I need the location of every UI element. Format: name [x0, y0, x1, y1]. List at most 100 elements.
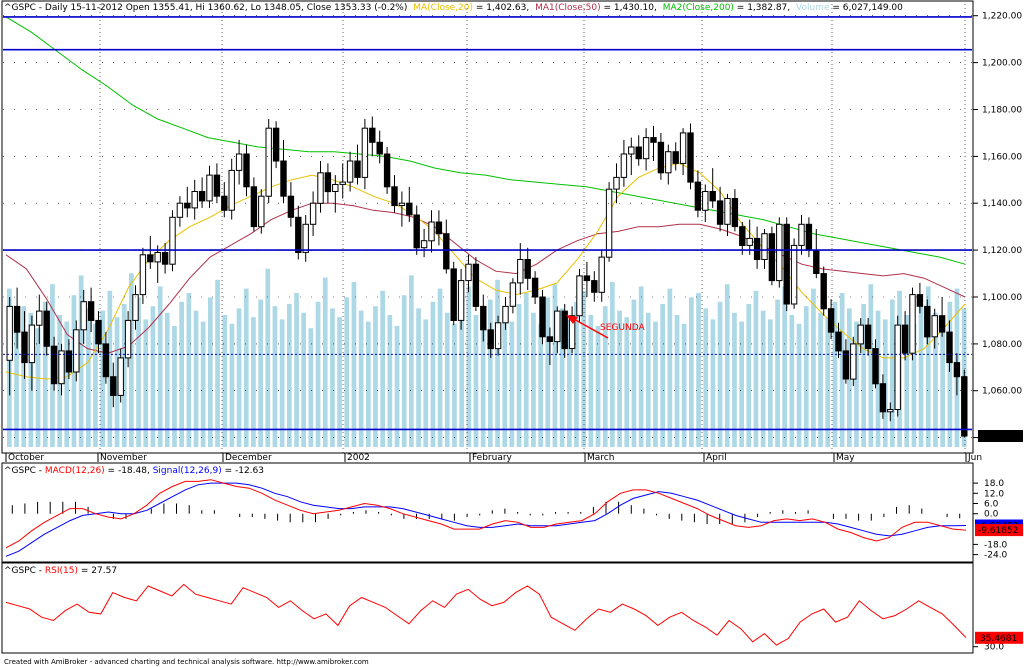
volume-bar [488, 299, 493, 447]
candle-down [716, 200, 724, 225]
volume-bar [631, 299, 637, 447]
volume-bar [322, 277, 328, 447]
candle-down [591, 280, 598, 293]
candle-up [309, 202, 317, 225]
candle-up [58, 350, 65, 385]
volume-bar [430, 301, 436, 447]
volume-bar [624, 317, 630, 447]
candle-down [376, 141, 383, 155]
candle-down [21, 331, 28, 364]
candle-up [191, 191, 198, 209]
volume-bar [416, 308, 421, 447]
candle-down [938, 315, 946, 333]
volume-bar [287, 304, 292, 447]
rsi-last-label: 35.4681 [980, 634, 1017, 644]
ma200-line [5, 16, 966, 265]
candle-up [132, 294, 139, 321]
candle-down [864, 324, 872, 350]
candle-up [857, 324, 864, 345]
candle-down [687, 132, 694, 183]
candle-down [672, 151, 679, 164]
volume-bar [452, 323, 457, 447]
candle-down [406, 202, 413, 216]
candle-down [110, 376, 117, 397]
candle-up [517, 259, 524, 284]
volume-bar [157, 286, 163, 447]
volume-bar [818, 312, 823, 447]
macd-value: = -18.48, [105, 466, 153, 476]
volume-bar [717, 301, 723, 447]
signal-label: Signal(12,26,9) [153, 466, 222, 476]
chart-canvas: 1,220.00 1,200.00 1,180.00 1,160.00 1,140.00… [1, 0, 1023, 666]
candle-up [494, 322, 502, 350]
volume-bar [509, 321, 515, 447]
candle-up [265, 127, 272, 197]
candle-up [428, 221, 435, 242]
candle-up [554, 310, 561, 343]
candle-up [206, 174, 213, 202]
ma1-value: = 1,430.10, [601, 3, 657, 13]
volume-label: Volume [796, 3, 830, 13]
footer-credit: Created with AmiBroker - advanced charti… [4, 658, 369, 666]
candle-down [916, 294, 924, 307]
candle-down [102, 343, 110, 378]
last-price-label: 1,040.68 [981, 432, 1021, 442]
volume-bar [940, 317, 945, 447]
candle-down [95, 319, 102, 345]
candle-down [198, 191, 206, 202]
candle-down [147, 254, 154, 263]
candle-down [480, 305, 487, 331]
candle-down [635, 146, 642, 160]
candle-up [798, 223, 805, 246]
volume-bar [495, 279, 500, 447]
macd-axis: 18.012.06.00.0-18.0-24.0-6.92497-9.61852 [973, 479, 1023, 561]
annotation-label: SEGUNDA [600, 323, 645, 333]
candle-down [243, 153, 250, 188]
candle-down [739, 226, 746, 246]
price-axis: 1,220.00 1,200.00 1,180.00 1,160.00 1,140.00… [973, 12, 1023, 444]
volume-bar [208, 297, 213, 447]
volume-bar [531, 312, 536, 447]
volume-bar [78, 275, 84, 447]
volume-bar [294, 293, 299, 447]
volume-bar [193, 310, 199, 447]
volume-bar [523, 293, 529, 447]
volume-bar [667, 288, 673, 447]
price-tick-label: 1,100.00 [982, 293, 1022, 303]
macd-tick-label: 0.0 [984, 510, 999, 520]
rsi-plot [5, 583, 967, 646]
volume-bar [366, 321, 371, 447]
candle-down [650, 137, 657, 143]
price-tick-label: 1,140.00 [982, 199, 1022, 209]
volume-bar [179, 301, 184, 447]
volume-bar [689, 297, 694, 447]
volume-bar [789, 315, 795, 447]
candle-down [524, 259, 531, 279]
macd-tick-label: -24.0 [984, 551, 1008, 561]
volume-bar [710, 319, 716, 447]
candle-down [531, 277, 539, 298]
volume-bar [502, 310, 508, 447]
macd-header: ^GSPC - MACD(12,26) = -18.48, Signal(12,… [4, 466, 264, 476]
volume-bar [380, 290, 385, 447]
candle-up [894, 324, 901, 411]
volume-bar [215, 279, 220, 447]
volume-bar [243, 288, 249, 447]
candle-up [80, 301, 87, 331]
volume-bar [803, 306, 809, 447]
candle-down [946, 331, 953, 364]
candle-down [487, 329, 494, 350]
volume-bar [466, 286, 472, 447]
candle-up [235, 153, 243, 171]
macd-label: MACD(12,26) [45, 466, 105, 476]
ma-label: MA(Close,20) [413, 3, 473, 13]
candle-up [36, 310, 43, 326]
candle-down [961, 376, 968, 437]
candle-down [753, 237, 761, 260]
candle-up [665, 151, 672, 174]
volume-bar [760, 310, 766, 447]
volume-bar [768, 319, 773, 447]
volume-bar [696, 293, 701, 447]
ma2-value: = 1,382.87, [734, 3, 790, 13]
candle-down [820, 273, 827, 310]
